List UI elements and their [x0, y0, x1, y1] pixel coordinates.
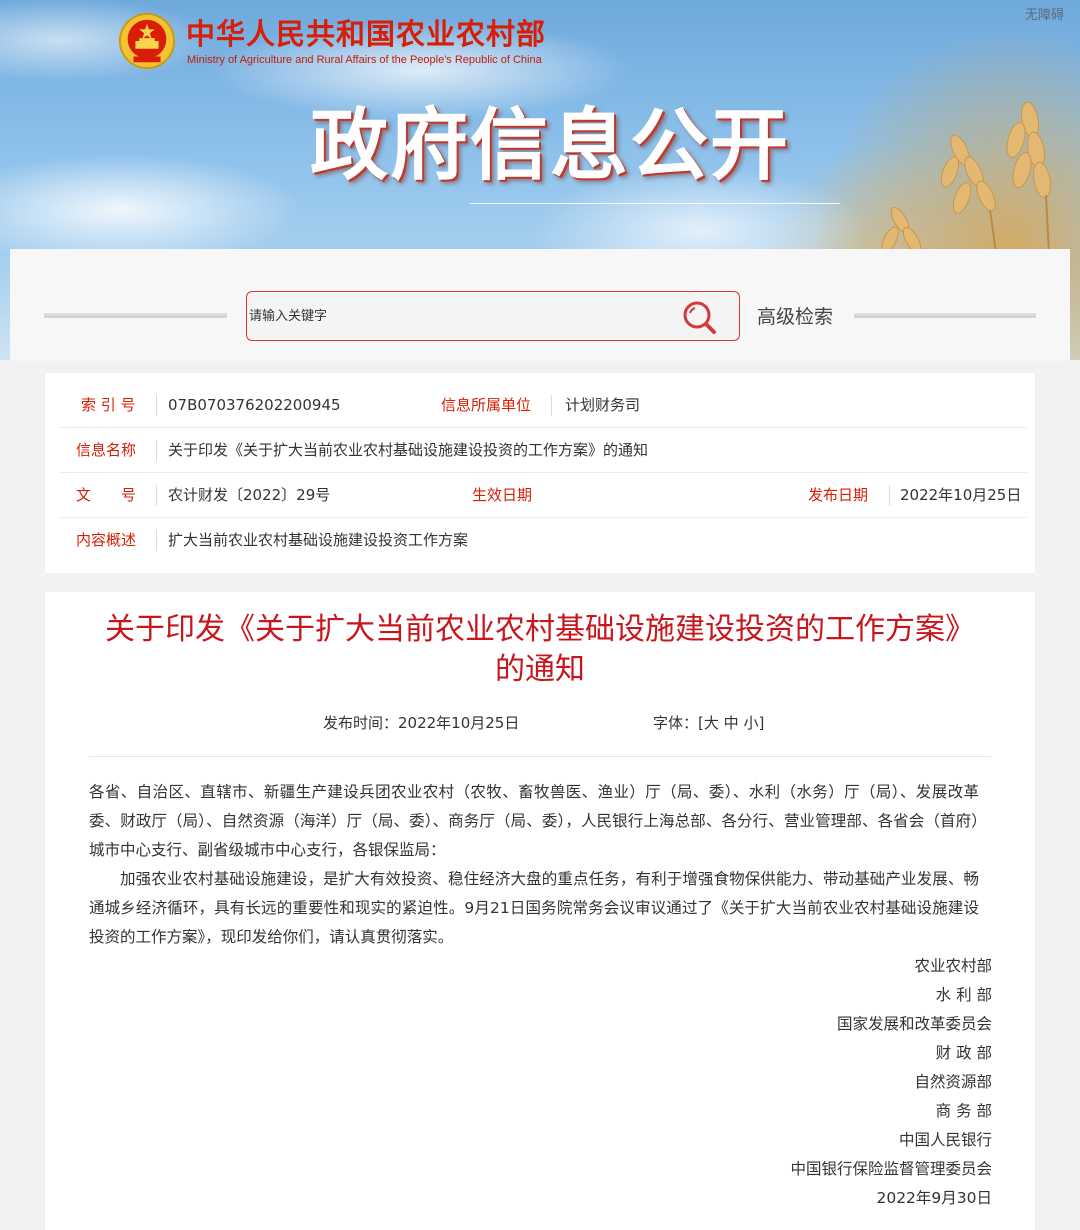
font-size-control: 字体：[大 中 小] [653, 712, 764, 733]
publish-time: 发布时间：2022年10月25日 [323, 714, 520, 732]
signer-line: 中国银行保险监督管理委员会 [790, 1160, 992, 1178]
font-size-medium-link[interactable]: 中 [724, 714, 739, 732]
ministry-name-cn: 中华人民共和国农业农村部 [186, 17, 547, 51]
unit-value: 计划财务司 [565, 396, 641, 414]
document-title: 关于印发《关于扩大当前农业农村基础设施建设投资的工作方案》 的通知 [65, 610, 1015, 690]
summary-label: 内容概述 [76, 531, 137, 549]
document-title-line1: 关于印发《关于扩大当前农业农村基础设施建设投资的工作方案》 [105, 612, 975, 647]
signers-block: 农业农村部 水 利 部 国家发展和改革委员会 财 政 部 自然资源部 商 务 部… [790, 952, 992, 1213]
accessibility-link[interactable]: 无障碍 [1025, 4, 1064, 23]
advanced-search-link[interactable]: 高级检索 [757, 302, 833, 329]
signer-line: 农业农村部 [914, 957, 992, 975]
decorative-line-left [44, 313, 227, 318]
index-value: 07B070376202200945 [168, 396, 341, 414]
font-size-label: 字体： [653, 714, 699, 732]
signer-line: 财 政 部 [935, 1044, 992, 1062]
separator [156, 395, 157, 416]
national-emblem-icon [118, 12, 176, 70]
font-size-large-link[interactable]: 大 [704, 714, 719, 732]
info-row-docno: 文 号 农计财发〔2022〕29号 生效日期 发布日期 2022年10月25日 [59, 473, 1027, 518]
info-row-index: 索 引 号 07B070376202200945 信息所属单位 计划财务司 [59, 383, 1027, 428]
banner-underline [470, 203, 840, 204]
separator [889, 485, 890, 506]
docno-value: 农计财发〔2022〕29号 [168, 486, 331, 504]
signer-line: 中国人民银行 [898, 1131, 992, 1149]
bracket-close: ] [758, 714, 765, 732]
body-paragraph-main: 加强农业农村基础设施建设，是扩大有效投资、稳住经济大盘的重点任务，有利于增强食物… [89, 870, 979, 946]
separator [156, 440, 157, 461]
info-table: 索 引 号 07B070376202200945 信息所属单位 计划财务司 信息… [45, 373, 1035, 573]
separator [156, 485, 157, 506]
name-label: 信息名称 [76, 441, 137, 459]
decorative-line-right [854, 313, 1036, 318]
banner-title: 政府信息公开 [310, 101, 791, 191]
document-divider [89, 756, 991, 757]
separator [551, 395, 552, 416]
signer-line: 自然资源部 [914, 1073, 992, 1091]
unit-label: 信息所属单位 [441, 396, 532, 414]
document-panel: 关于印发《关于扩大当前农业农村基础设施建设投资的工作方案》 的通知 发布时间：2… [45, 592, 1035, 1230]
signing-date: 2022年9月30日 [876, 1189, 992, 1207]
index-label: 索 引 号 [81, 396, 136, 414]
signer-line: 水 利 部 [935, 986, 992, 1004]
info-row-summary: 内容概述 扩大当前农业农村基础设施建设投资工作方案 [59, 518, 1027, 563]
ministry-name-en: Ministry of Agriculture and Rural Affair… [187, 54, 542, 66]
search-button[interactable] [681, 299, 719, 335]
search-box [246, 291, 740, 341]
search-input[interactable] [249, 292, 669, 340]
search-panel: 高级检索 [10, 249, 1070, 361]
summary-value: 扩大当前农业农村基础设施建设投资工作方案 [168, 531, 469, 549]
body-paragraph-recipients: 各省、自治区、直辖市、新疆生产建设兵团农业农村（农牧、畜牧兽医、渔业）厅（局、委… [89, 783, 979, 859]
document-body: 各省、自治区、直辖市、新疆生产建设兵团农业农村（农牧、畜牧兽医、渔业）厅（局、委… [89, 778, 979, 952]
docno-label: 文 号 [76, 486, 137, 504]
separator [156, 530, 157, 551]
font-size-small-link[interactable]: 小 [743, 714, 758, 732]
info-row-name: 信息名称 关于印发《关于扩大当前农业农村基础设施建设投资的工作方案》的通知 [59, 428, 1027, 473]
signer-line: 国家发展和改革委员会 [836, 1015, 992, 1033]
publish-date-label: 发布日期 [808, 486, 869, 504]
search-icon [683, 301, 716, 334]
name-value: 关于印发《关于扩大当前农业农村基础设施建设投资的工作方案》的通知 [168, 441, 649, 459]
signer-line: 商 务 部 [935, 1102, 992, 1120]
effective-date-label: 生效日期 [472, 486, 533, 504]
publish-date-value: 2022年10月25日 [900, 486, 1022, 504]
document-title-line2: 的通知 [495, 652, 585, 687]
